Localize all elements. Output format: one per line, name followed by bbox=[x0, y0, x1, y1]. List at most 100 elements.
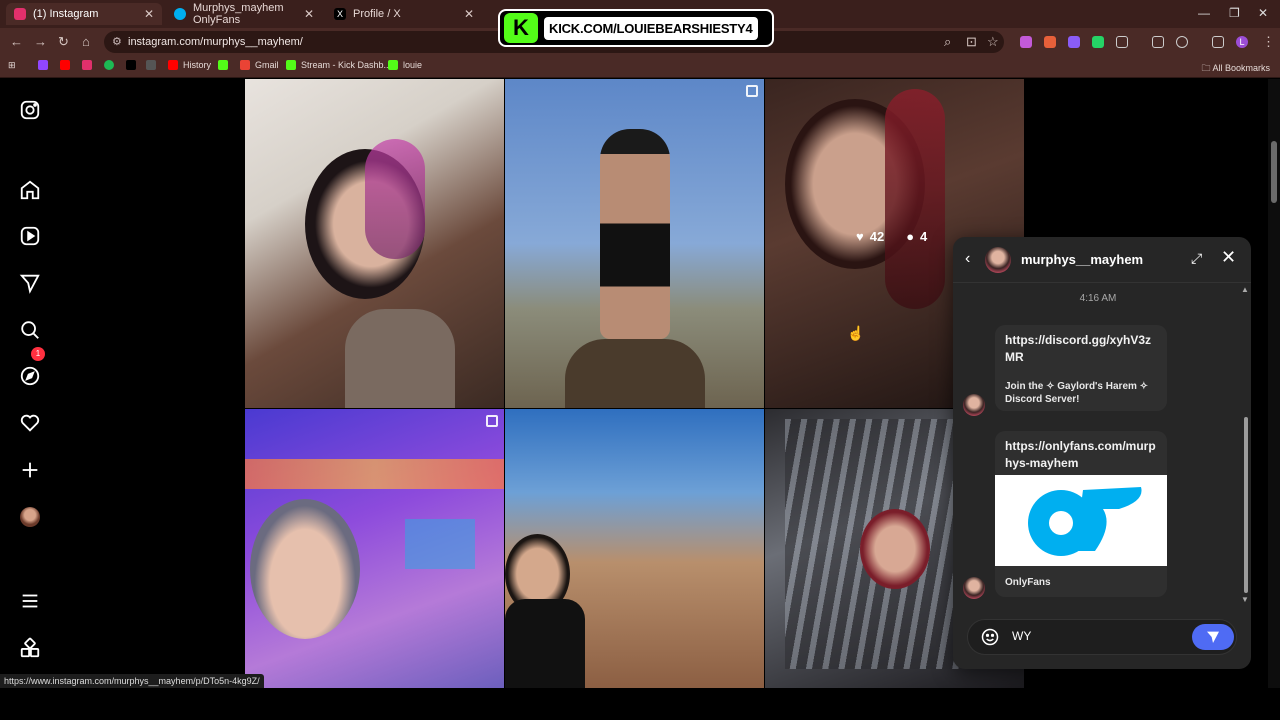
bookmark-label: louie bbox=[403, 60, 423, 70]
bookmark-kick-dashboard[interactable]: Stream - Kick Dashb... bbox=[286, 60, 391, 70]
profile-post-grid: ♥ 42 ● 4 bbox=[245, 79, 1025, 688]
kick-url-text: KICK.COM/LOUIEBEARSHIESTY4 bbox=[544, 16, 758, 40]
tab-instagram[interactable]: (1) Instagram ✕ bbox=[6, 3, 162, 25]
bookmark-label: Gmail bbox=[255, 60, 279, 70]
spotify-icon bbox=[104, 60, 114, 70]
expand-icon[interactable]: ⤢ bbox=[1191, 250, 1202, 267]
search-icon[interactable] bbox=[19, 319, 41, 341]
multiple-photos-icon bbox=[746, 85, 758, 97]
chat-username[interactable]: murphys__mayhem bbox=[1021, 252, 1143, 267]
instagram-icon[interactable] bbox=[19, 99, 41, 121]
extension-icon[interactable] bbox=[1020, 36, 1032, 48]
profile-switch-icon[interactable] bbox=[1176, 36, 1188, 48]
message-input[interactable] bbox=[1012, 629, 1182, 643]
profile-avatar-icon[interactable]: L bbox=[1236, 36, 1248, 48]
kick-logo-icon: K bbox=[504, 13, 538, 43]
photo-subject bbox=[250, 499, 360, 639]
home-icon[interactable] bbox=[19, 179, 41, 201]
bookmark-history[interactable]: History bbox=[168, 60, 211, 70]
bookmark-youtube[interactable] bbox=[60, 60, 75, 70]
close-tab-icon[interactable]: ✕ bbox=[144, 7, 154, 21]
chat-avatar[interactable] bbox=[985, 247, 1011, 273]
comments-count: 4 bbox=[920, 229, 928, 244]
apps-grid-icon[interactable]: ⊞ bbox=[8, 60, 16, 71]
youtube-icon bbox=[168, 60, 178, 70]
screen: (1) Instagram ✕ Murphys_mayhem OnlyFans … bbox=[0, 0, 1280, 720]
bookmark-x[interactable] bbox=[126, 60, 141, 70]
comment-filled-icon: ● bbox=[906, 229, 915, 244]
post-thumbnail[interactable] bbox=[505, 409, 764, 688]
scroll-down-icon[interactable]: ▼ bbox=[1241, 595, 1249, 604]
x-icon bbox=[126, 60, 136, 70]
back-icon[interactable]: ← bbox=[10, 34, 23, 49]
all-bookmarks[interactable]: 🗀 All Bookmarks bbox=[1201, 61, 1270, 77]
tab-onlyfans[interactable]: Murphys_mayhem OnlyFans ✕ bbox=[166, 2, 322, 26]
photo-arm bbox=[345, 309, 455, 408]
reels-icon[interactable] bbox=[19, 225, 41, 247]
post-thumbnail[interactable] bbox=[505, 79, 764, 408]
post-thumbnail[interactable] bbox=[245, 79, 504, 408]
reload-icon[interactable]: ↻ bbox=[58, 34, 69, 50]
bookmark-star-icon[interactable]: ☆ bbox=[987, 34, 999, 50]
zoom-icon[interactable]: ⌕ bbox=[944, 34, 951, 50]
close-icon[interactable]: ✕ bbox=[1221, 247, 1236, 268]
create-icon[interactable] bbox=[19, 459, 41, 481]
emoji-icon[interactable] bbox=[980, 627, 1000, 647]
bookmark-ext[interactable] bbox=[146, 60, 161, 70]
screen-bottom bbox=[0, 688, 1280, 720]
close-tab-icon[interactable]: ✕ bbox=[464, 7, 474, 21]
link-status-bar: https://www.instagram.com/murphys__mayhe… bbox=[0, 674, 264, 688]
messages-badge: 1 bbox=[31, 347, 45, 361]
likes-count: 42 bbox=[869, 229, 885, 244]
restore-icon[interactable]: ❐ bbox=[1229, 6, 1240, 20]
bookmark-kick[interactable] bbox=[218, 60, 233, 70]
likes-stat: ♥ 42 bbox=[856, 229, 884, 244]
bookmark-louie[interactable]: louie bbox=[388, 60, 422, 70]
tab-x-profile[interactable]: X Profile / X ✕ bbox=[326, 3, 482, 25]
bookmark-spotify[interactable] bbox=[104, 60, 119, 70]
menu-kebab-icon[interactable]: ⋮ bbox=[1262, 34, 1275, 50]
notifications-icon[interactable] bbox=[19, 412, 41, 434]
whatsapp-extension-icon[interactable] bbox=[1092, 36, 1104, 48]
site-info-icon[interactable]: ⚙ bbox=[112, 35, 122, 48]
youtube-icon bbox=[60, 60, 70, 70]
close-tab-icon[interactable]: ✕ bbox=[304, 7, 314, 21]
multiple-photos-icon bbox=[486, 415, 498, 427]
more-icon[interactable] bbox=[19, 590, 41, 612]
onlyfans-preview-image[interactable] bbox=[995, 475, 1167, 566]
message-discord-link[interactable]: https://discord.gg/xyhV3zMR Join the ✧ G… bbox=[995, 325, 1167, 411]
bookmark-instagram[interactable] bbox=[82, 60, 97, 70]
chat-scrollbar-thumb[interactable] bbox=[1244, 417, 1248, 593]
explore-icon[interactable] bbox=[19, 365, 41, 387]
kick-stream-overlay: K KICK.COM/LOUIEBEARSHIESTY4 bbox=[498, 9, 774, 47]
photo-lights bbox=[245, 459, 504, 489]
kick-icon bbox=[218, 60, 228, 70]
extension-icon[interactable] bbox=[1044, 36, 1056, 48]
sidebar-toggle-icon[interactable] bbox=[1152, 36, 1164, 48]
forward-icon[interactable]: → bbox=[34, 34, 47, 49]
profile-avatar[interactable] bbox=[20, 507, 40, 527]
message-link[interactable]: https://discord.gg/xyhV3zMR bbox=[995, 325, 1167, 366]
send-button[interactable] bbox=[1192, 624, 1234, 650]
bookmark-gmail[interactable]: Gmail bbox=[240, 60, 279, 70]
post-thumbnail[interactable] bbox=[245, 409, 504, 688]
onlyfans-favicon-icon bbox=[174, 8, 186, 20]
minimize-icon[interactable]: — bbox=[1198, 6, 1210, 20]
close-window-icon[interactable]: ✕ bbox=[1258, 6, 1268, 20]
page-scrollbar-thumb[interactable] bbox=[1271, 141, 1277, 203]
scroll-up-icon[interactable]: ▲ bbox=[1241, 285, 1249, 294]
twitch-extension-icon[interactable] bbox=[1068, 36, 1080, 48]
also-from-meta-icon[interactable] bbox=[19, 637, 41, 659]
bookmark-twitch[interactable] bbox=[38, 60, 53, 70]
message-link[interactable]: https://onlyfans.com/murphys-mayhem bbox=[995, 431, 1167, 472]
home-browser-icon[interactable]: ⌂ bbox=[82, 34, 90, 49]
page-scrollbar[interactable] bbox=[1268, 79, 1280, 688]
gmail-icon bbox=[240, 60, 250, 70]
install-icon[interactable]: ⊡ bbox=[966, 34, 977, 50]
messages-icon[interactable] bbox=[19, 272, 41, 294]
comments-stat: ● 4 bbox=[906, 229, 927, 244]
extensions-puzzle-icon[interactable] bbox=[1116, 36, 1128, 48]
media-icon[interactable] bbox=[1212, 36, 1224, 48]
twitch-icon bbox=[38, 60, 48, 70]
back-chevron-icon[interactable]: ‹ bbox=[965, 250, 970, 268]
